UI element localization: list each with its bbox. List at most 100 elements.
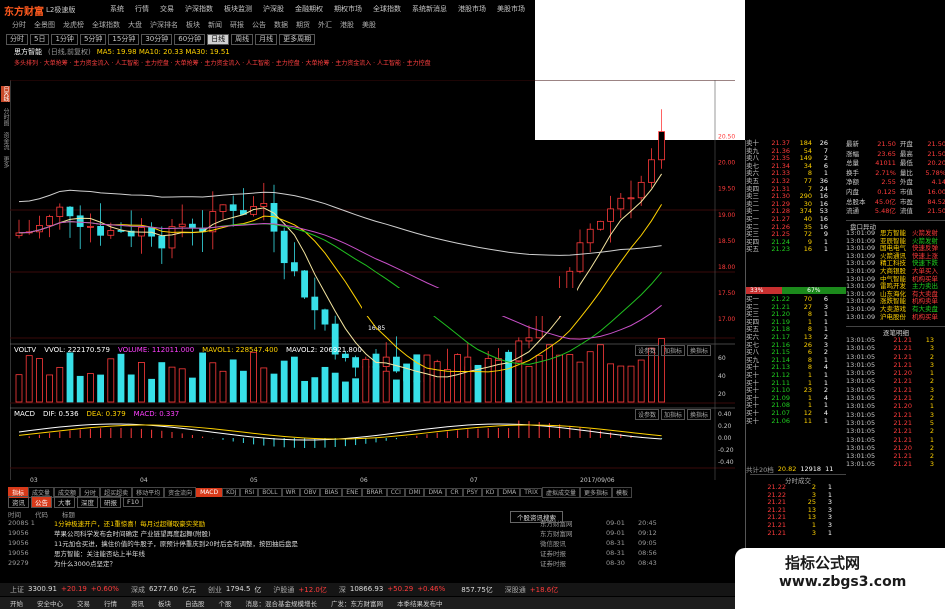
orderbook-row[interactable]: 买十 21.08 1 1	[746, 402, 846, 410]
status-group[interactable]: 深成 6277.60 亿元	[131, 585, 196, 595]
taskbar-item[interactable]: 开始	[10, 598, 23, 608]
sidebar-tab[interactable]: 分时图	[1, 108, 10, 126]
period-tab[interactable]: 5分钟	[79, 34, 107, 45]
orderbook-row[interactable]: 买十 21.12 1 1	[746, 371, 846, 380]
monitor-row[interactable]: 13:01:09 沪电股份 机构买单	[846, 313, 945, 322]
indicator-tab[interactable]: DMA	[498, 488, 521, 497]
news-item[interactable]: 19056 思方智能：关注能否站上半年线 证券时报 08-31 08:56	[8, 548, 735, 558]
toolbar-item[interactable]: 数据	[274, 20, 288, 30]
toolbar-item[interactable]: 港股	[340, 20, 354, 30]
indicator-tab[interactable]: DMA	[424, 488, 447, 497]
status-group[interactable]: 深 10866.93 +50.29 +0.46%	[339, 585, 445, 595]
indicator-tab[interactable]: BRAR	[362, 488, 387, 497]
orderbook-row[interactable]: 卖二 21.29 30 16	[746, 200, 846, 209]
menu-item[interactable]: 全球指数	[373, 4, 401, 14]
orderbook-row[interactable]: 买七 21.16 26 3	[746, 341, 846, 350]
panel-button[interactable]: 加指标	[661, 345, 686, 356]
news-tab[interactable]: 深度	[77, 496, 98, 508]
period-tab[interactable]: 60分钟	[174, 34, 206, 45]
menu-item[interactable]: 金融期权	[295, 4, 323, 14]
period-tab[interactable]: 分时	[6, 34, 28, 45]
status-group[interactable]: 上证 3300.91 +20.19 +0.60%	[10, 585, 119, 595]
indicator-tab[interactable]: MACD	[196, 488, 223, 497]
toolbar-item[interactable]: 全球指数	[92, 20, 120, 30]
menu-item[interactable]: 交易	[160, 4, 174, 14]
status-group[interactable]: 深股通 +18.6亿	[505, 585, 558, 595]
indicator-tab[interactable]: OBV	[299, 488, 321, 497]
panel-button[interactable]: 换指标	[687, 345, 712, 356]
menu-item[interactable]: 板块监测	[224, 4, 252, 14]
orderbook-row[interactable]: 买八 21.15 6 2	[746, 349, 846, 357]
period-tab[interactable]: 月线	[255, 34, 278, 45]
toolbar-item[interactable]: 研报	[230, 20, 244, 30]
orderbook-row[interactable]: 卖七 21.34 34 6	[746, 162, 846, 171]
news-tab[interactable]: 研报	[100, 496, 121, 508]
toolbar-item[interactable]: 龙虎榜	[63, 20, 84, 30]
news-tab[interactable]: 资讯	[8, 496, 29, 508]
orderbook-row[interactable]: 卖三 21.30 290 16	[746, 193, 846, 201]
indicator-tab[interactable]: DMI	[404, 488, 425, 497]
orderbook-row[interactable]: 卖九 21.36 54 7	[746, 147, 846, 156]
indicator-tab[interactable]: CCI	[386, 488, 405, 497]
orderbook-row[interactable]: 卖五 21.32 77 36	[746, 177, 846, 186]
period-tab[interactable]: 周线	[231, 34, 254, 45]
period-tab[interactable]: 更多周期	[279, 34, 316, 45]
sidebar-tab[interactable]: 资金流	[1, 132, 10, 150]
indicator-tab[interactable]: BIAS	[320, 488, 343, 497]
orderbook-row[interactable]: 买二 21.21 27 3	[746, 303, 846, 312]
news-item[interactable]: 29279 为什么3000点坚定？ 证券时报 08-30 08:43	[8, 558, 735, 568]
orderbook-row[interactable]: 卖六 21.33 8 1	[746, 170, 846, 178]
menu-item[interactable]: 港股市场	[458, 4, 486, 14]
indicator-tab[interactable]: BOLL	[258, 488, 282, 497]
menu-item[interactable]: 沪深指数	[185, 4, 213, 14]
toolbar-item[interactable]: 大盘	[128, 20, 142, 30]
news-item[interactable]: 19056 11元加仓买进，擒住价值的牛股子，原预计停重庆到20时后会有调整，按回…	[8, 538, 735, 548]
panel-button[interactable]: 加指标	[661, 409, 686, 420]
news-tab[interactable]: F10	[123, 497, 144, 507]
panel-button[interactable]: 换指标	[687, 409, 712, 420]
toolbar-item[interactable]: 沪深排名	[150, 20, 178, 30]
orderbook-row[interactable]: 买一 21.27 40 16	[746, 215, 846, 224]
taskbar-item[interactable]: 本季结果发布中	[397, 598, 443, 608]
menu-item[interactable]: 沪深股	[263, 4, 284, 14]
toolbar-item[interactable]: 期货	[296, 20, 310, 30]
orderbook-row[interactable]: 买十 21.06 11 1	[746, 417, 846, 426]
taskbar-item[interactable]: 广发：东方财富网	[331, 598, 383, 608]
orderbook-row[interactable]: 买九 21.14 8 1	[746, 356, 846, 365]
orderbook-row[interactable]: 买十 21.09 1 4	[746, 394, 846, 403]
news-item[interactable]: 2008S 1 1分钟极速开户，还1重惊喜！每月过超赚取豪实奖励 东方财富网 09-0…	[8, 518, 735, 528]
kline-chart[interactable]: 20.50 20.00 19.50 19.00 18.50 18.00 17.50 17.00…	[10, 80, 735, 485]
toolbar-item[interactable]: 外汇	[318, 20, 332, 30]
taskbar-item[interactable]: 行情	[104, 598, 117, 608]
toolbar-item[interactable]: 新闻	[208, 20, 222, 30]
news-title[interactable]: 1分钟极速开户，还1重惊喜！每月过超赚取豪实奖励	[54, 518, 534, 528]
toolbar-item[interactable]: 全景图	[34, 20, 55, 30]
period-tab[interactable]: 5日	[30, 34, 50, 45]
period-tab[interactable]: 15分钟	[108, 34, 140, 45]
panel-button[interactable]: 设参数	[635, 409, 660, 420]
sidebar-tab[interactable]: 日K线	[1, 86, 10, 102]
taskbar-item[interactable]: 资讯	[131, 598, 144, 608]
indicator-tab[interactable]: ENE	[342, 488, 363, 497]
orderbook-row[interactable]: 买三 21.20 8 1	[746, 311, 846, 319]
status-group[interactable]: 创业 1794.5 亿	[208, 585, 262, 595]
menu-item[interactable]: 期权市场	[334, 4, 362, 14]
stock-name[interactable]: 思方智能	[14, 47, 42, 57]
taskbar-item[interactable]: 交易	[77, 598, 90, 608]
indicator-tab[interactable]: PSY	[462, 488, 482, 497]
menu-item[interactable]: 系统	[110, 4, 124, 14]
orderbook-row[interactable]: 卖八 21.35 149 2	[746, 155, 846, 163]
news-tab[interactable]: 公告	[31, 496, 52, 508]
toolbar-item[interactable]: 板块	[186, 20, 200, 30]
indicator-tab[interactable]: RSI	[240, 488, 259, 497]
status-group[interactable]: 857.75亿	[457, 585, 493, 595]
toolbar-item[interactable]: 公告	[252, 20, 266, 30]
taskbar-item[interactable]: 自选股	[185, 598, 205, 608]
menu-item[interactable]: 系统新消息	[412, 4, 447, 14]
taskbar-item[interactable]: 安全中心	[37, 598, 63, 608]
orderbook-row[interactable]: 买四 21.24 9 1	[746, 238, 846, 247]
period-tab[interactable]: 30分钟	[141, 34, 173, 45]
orderbook-row[interactable]: 买五 21.23 16 1	[746, 246, 846, 254]
orderbook-row[interactable]: 买四 21.19 1 1	[746, 318, 846, 327]
news-tab[interactable]: 大事	[54, 496, 75, 508]
